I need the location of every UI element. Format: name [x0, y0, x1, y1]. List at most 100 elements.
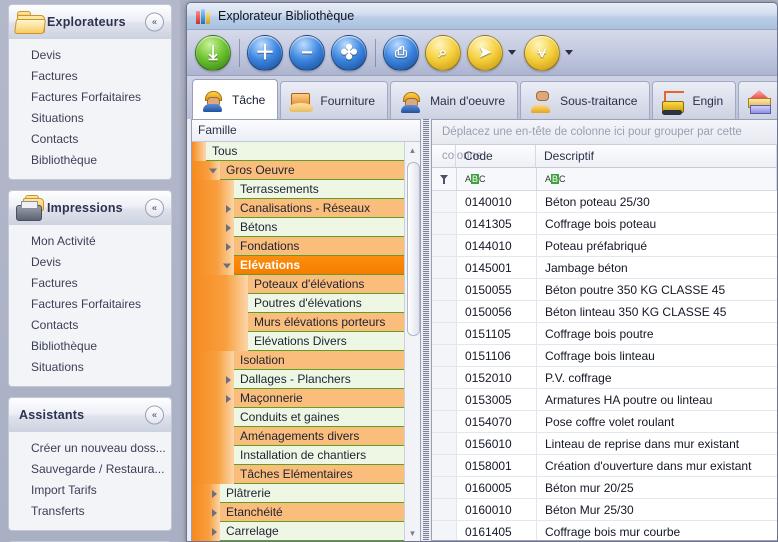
sidebar-item-situations[interactable]: Situations [9, 108, 171, 129]
tree-node[interactable]: Plâtrerie [192, 484, 420, 503]
dropdown-caret-icon[interactable] [508, 50, 516, 55]
expand-arrow-icon[interactable] [226, 243, 231, 251]
table-row[interactable]: 0154070Pose coffre volet roulant [432, 411, 777, 433]
sidebar-item-factures[interactable]: Factures [9, 273, 171, 294]
scroll-up-icon[interactable]: ▲ [406, 144, 419, 157]
expand-arrow-icon[interactable] [212, 509, 217, 517]
panel-header[interactable]: Impressions « [8, 190, 172, 225]
sidebar-item-import-tarifs[interactable]: Import Tarifs [9, 480, 171, 501]
expand-arrow-icon[interactable] [226, 224, 231, 232]
column-header-code[interactable]: Code [456, 145, 536, 167]
tree-node[interactable]: Terrassements [192, 180, 420, 199]
table-row[interactable]: 0152010P.V. coffrage [432, 367, 777, 389]
table-row[interactable]: 0150055Béton poutre 350 KG CLASSE 45 [432, 279, 777, 301]
collapse-arrow-icon[interactable] [209, 168, 217, 173]
sidebar-item-cr-er-un-nouveau-doss[interactable]: Créer un nouveau doss... [9, 438, 171, 459]
collapse-chevron-icon[interactable]: « [145, 13, 164, 32]
print-button[interactable]: ⎙ [383, 35, 419, 71]
tree-node[interactable]: Installation de chantiers [192, 446, 420, 465]
tree-vertical-scrollbar[interactable]: ▲ ▼ [404, 142, 420, 542]
tree-node[interactable]: Dallages - Planchers [192, 370, 420, 389]
preview-button[interactable]: ⌕ [425, 35, 461, 71]
export-button[interactable]: ➤ [467, 35, 503, 71]
items-grid-panel: Déplacez une en-tête de colonne ici pour… [431, 119, 777, 541]
tree-node[interactable]: Fondations [192, 237, 420, 256]
tree-node[interactable]: Carrelage [192, 522, 420, 541]
tab-engin[interactable]: Engin [652, 81, 736, 120]
panel-header[interactable]: Explorateurs« [8, 4, 172, 39]
sidebar-item-situations[interactable]: Situations [9, 357, 171, 378]
table-row[interactable]: 0150056Béton linteau 350 KG CLASSE 45 [432, 301, 777, 323]
tree-node[interactable]: Elévations [192, 256, 420, 275]
panel-splitter[interactable] [423, 119, 429, 541]
table-row[interactable]: 0161405Coffrage bois mur courbe [432, 521, 777, 541]
tree-node[interactable]: Gros Oeuvre [192, 161, 420, 180]
tree-node[interactable]: Isolation [192, 351, 420, 370]
sidebar-item-transferts[interactable]: Transferts [9, 501, 171, 522]
tab-fourniture[interactable]: Fourniture [280, 81, 388, 120]
table-row[interactable]: 0158001Création d'ouverture dans mur exi… [432, 455, 777, 477]
expand-arrow-icon[interactable] [226, 395, 231, 403]
sidebar-item-biblioth-que[interactable]: Bibliothèque [9, 336, 171, 357]
filter-input-descriptif[interactable]: ABC [537, 168, 777, 190]
expand-arrow-icon[interactable] [212, 528, 217, 536]
tab-sous-traitance[interactable]: Sous-traitance [520, 81, 650, 120]
filter-input-code[interactable]: ABC [457, 168, 537, 190]
scroll-down-icon[interactable]: ▼ [406, 527, 419, 540]
duplicate-button[interactable]: ✤ [331, 35, 367, 71]
remove-button[interactable]: − [289, 35, 325, 71]
tree-node[interactable]: Aménagements divers [192, 427, 420, 446]
table-row[interactable]: 0140010Béton poteau 25/30 [432, 191, 777, 213]
tree-node[interactable]: Maçonnerie [192, 389, 420, 408]
sidebar-item-factures-forfaitaires[interactable]: Factures Forfaitaires [9, 294, 171, 315]
tree-node[interactable]: Canalisations - Réseaux [192, 199, 420, 218]
table-row[interactable]: 0145001Jambage béton [432, 257, 777, 279]
sidebar-item-contacts[interactable]: Contacts [9, 315, 171, 336]
expand-arrow-icon[interactable] [226, 376, 231, 384]
table-row[interactable]: 0156010Linteau de reprise dans mur exist… [432, 433, 777, 455]
table-row[interactable]: 0153005Armatures HA poutre ou linteau [432, 389, 777, 411]
add-button[interactable]: ＋ [247, 35, 283, 71]
dropdown-caret-icon[interactable] [565, 50, 573, 55]
tree-node[interactable]: Elévations Divers [192, 332, 420, 351]
sidebar-item-biblioth-que[interactable]: Bibliothèque [9, 150, 171, 171]
collapse-chevron-icon[interactable]: « [145, 406, 164, 425]
tree-node[interactable]: Tâches Elémentaires [192, 465, 420, 484]
tab-t-che[interactable]: Tâche [192, 79, 278, 120]
tree-node[interactable]: Etanchéité [192, 503, 420, 522]
tree-node[interactable]: Conduits et gaines [192, 408, 420, 427]
group-by-hint[interactable]: Déplacez une en-tête de colonne ici pour… [432, 120, 777, 145]
collapse-chevron-icon[interactable]: « [145, 199, 164, 218]
sidebar-item-devis[interactable]: Devis [9, 45, 171, 66]
table-row[interactable]: 0151106Coffrage bois linteau [432, 345, 777, 367]
column-header-descriptif[interactable]: Descriptif [536, 145, 777, 167]
sidebar-item-contacts[interactable]: Contacts [9, 129, 171, 150]
tab-lot[interactable]: Lot [738, 81, 778, 120]
table-row[interactable]: 0151105Coffrage bois poutre [432, 323, 777, 345]
funnel-icon[interactable] [440, 175, 449, 184]
tab-main-d-oeuvre[interactable]: Main d'oeuvre [390, 81, 518, 120]
table-row[interactable]: 0160010Béton Mur 25/30 [432, 499, 777, 521]
tree-node[interactable]: Bétons [192, 218, 420, 237]
panel-title: Impressions [47, 201, 123, 215]
sidebar-item-mon-activit[interactable]: Mon Activité [9, 231, 171, 252]
sidebar-item-devis[interactable]: Devis [9, 252, 171, 273]
import-button[interactable]: ⤓ [195, 35, 231, 71]
tree-node[interactable]: Murs élévations porteurs [192, 313, 420, 332]
table-row[interactable]: 0141305Coffrage bois poteau [432, 213, 777, 235]
table-row[interactable]: 0144010Poteau préfabriqué [432, 235, 777, 257]
sidebar-item-factures[interactable]: Factures [9, 66, 171, 87]
tree-node[interactable]: Poteaux d'élévations [192, 275, 420, 294]
scrollbar-thumb[interactable] [407, 162, 420, 336]
sidebar-item-sauvegarde-restaura[interactable]: Sauvegarde / Restaura... [9, 459, 171, 480]
tab-label: Sous-traitance [560, 94, 637, 108]
panel-header[interactable]: Assistants« [8, 397, 172, 432]
expand-arrow-icon[interactable] [212, 490, 217, 498]
expand-arrow-icon[interactable] [226, 205, 231, 213]
sidebar-item-factures-forfaitaires[interactable]: Factures Forfaitaires [9, 87, 171, 108]
table-row[interactable]: 0160005Béton mur 20/25 [432, 477, 777, 499]
settings-button[interactable]: ⩝ [524, 35, 560, 71]
tree-node[interactable]: Poutres d'élévations [192, 294, 420, 313]
tree-node[interactable]: Tous [192, 142, 420, 161]
collapse-arrow-icon[interactable] [223, 263, 231, 268]
